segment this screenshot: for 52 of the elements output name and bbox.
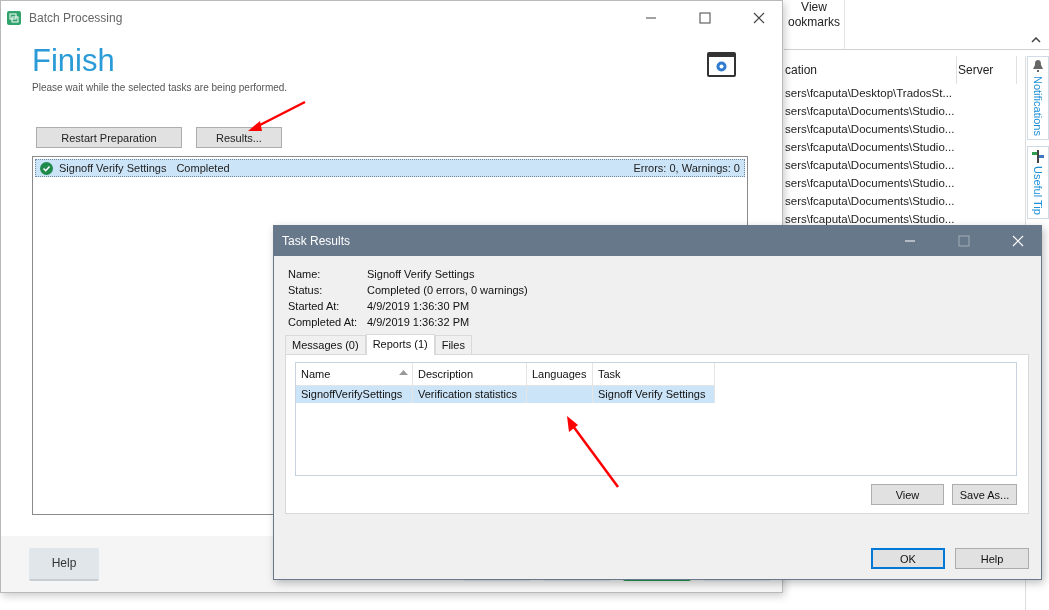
ok-button[interactable]: OK — [871, 548, 945, 569]
table-cell-text: sers\fcaputa\Documents\Studio... — [784, 104, 956, 119]
tab[interactable]: Files — [434, 335, 472, 354]
save-as-button[interactable]: Save As... — [952, 484, 1017, 505]
tab[interactable]: Messages (0) — [285, 335, 366, 354]
report-row[interactable]: SignoffVerifySettings Verification statistics Signoff Verify Settings — [296, 386, 715, 403]
dialog-title: Task Results — [282, 234, 352, 248]
check-circle-icon — [40, 161, 53, 175]
app-logo-icon — [7, 10, 21, 25]
column-header[interactable]: Server — [957, 56, 1017, 84]
results-button[interactable]: Results... — [196, 127, 282, 148]
field-label: Started At: — [288, 300, 341, 312]
ribbon-button[interactable]: View ookmarks — [784, 0, 845, 49]
tab[interactable]: Reports (1) — [365, 334, 435, 355]
table-cell-text: sers\fcaputa\Documents\Studio... — [784, 158, 956, 173]
help-button[interactable]: Help — [955, 548, 1029, 569]
table-cell-text: sers\fcaputa\Documents\Studio... — [784, 194, 956, 209]
annotation-arrow — [565, 416, 619, 488]
window-title: Batch Processing — [29, 10, 124, 25]
page-heading: Finish — [32, 42, 115, 80]
task-summary: Errors: 0, Warnings: 0 — [633, 162, 740, 174]
table-cell-text: sers\fcaputa\Documents\Studio... — [784, 140, 956, 155]
field-value: Signoff Verify Settings — [367, 268, 476, 280]
signpost-icon — [1031, 148, 1044, 163]
field-label: Completed At: — [288, 316, 359, 328]
task-name: Signoff Verify Settings — [59, 162, 167, 174]
table-cell-text: sers\fcaputa\Documents\Studio... — [784, 176, 956, 191]
help-button[interactable]: Help — [29, 547, 99, 581]
restart-button[interactable]: Restart Preparation — [36, 127, 182, 148]
field-value: Completed (0 errors, 0 warnings) — [367, 284, 529, 296]
sort-arrow-icon — [399, 370, 408, 375]
table-cell: Verification statistics — [413, 386, 527, 403]
table-cell: Signoff Verify Settings — [593, 386, 715, 403]
settings-window-icon — [707, 52, 736, 77]
table-cell-text: sers\fcaputa\Documents\Studio... — [784, 212, 956, 227]
task-status: Completed — [176, 162, 230, 174]
table-cell: SignoffVerifySettings — [296, 386, 413, 403]
annotation-arrow — [248, 101, 306, 132]
bell-icon — [1031, 59, 1044, 73]
side-tab[interactable]: Notifications — [1026, 56, 1049, 140]
column-header[interactable]: cation — [784, 56, 957, 84]
collapse-caret-icon[interactable] — [1031, 37, 1041, 43]
side-tab[interactable]: Useful Tip — [1026, 145, 1049, 219]
page-subtitle: Please wait while the selected tasks are being performed. — [32, 82, 289, 93]
table-cell-text: sers\fcaputa\Desktop\TradosSt... — [784, 86, 954, 101]
field-label: Status: — [288, 284, 324, 296]
field-value: 4/9/2019 1:36:30 PM — [367, 300, 471, 312]
table-cell-text: sers\fcaputa\Documents\Studio... — [784, 122, 956, 137]
field-value: 4/9/2019 1:36:32 PM — [367, 316, 471, 328]
field-label: Name: — [288, 268, 322, 280]
task-row[interactable]: Signoff Verify Settings Completed Errors: 0, Warnings: 0 — [35, 159, 745, 177]
view-button[interactable]: View — [871, 484, 944, 505]
